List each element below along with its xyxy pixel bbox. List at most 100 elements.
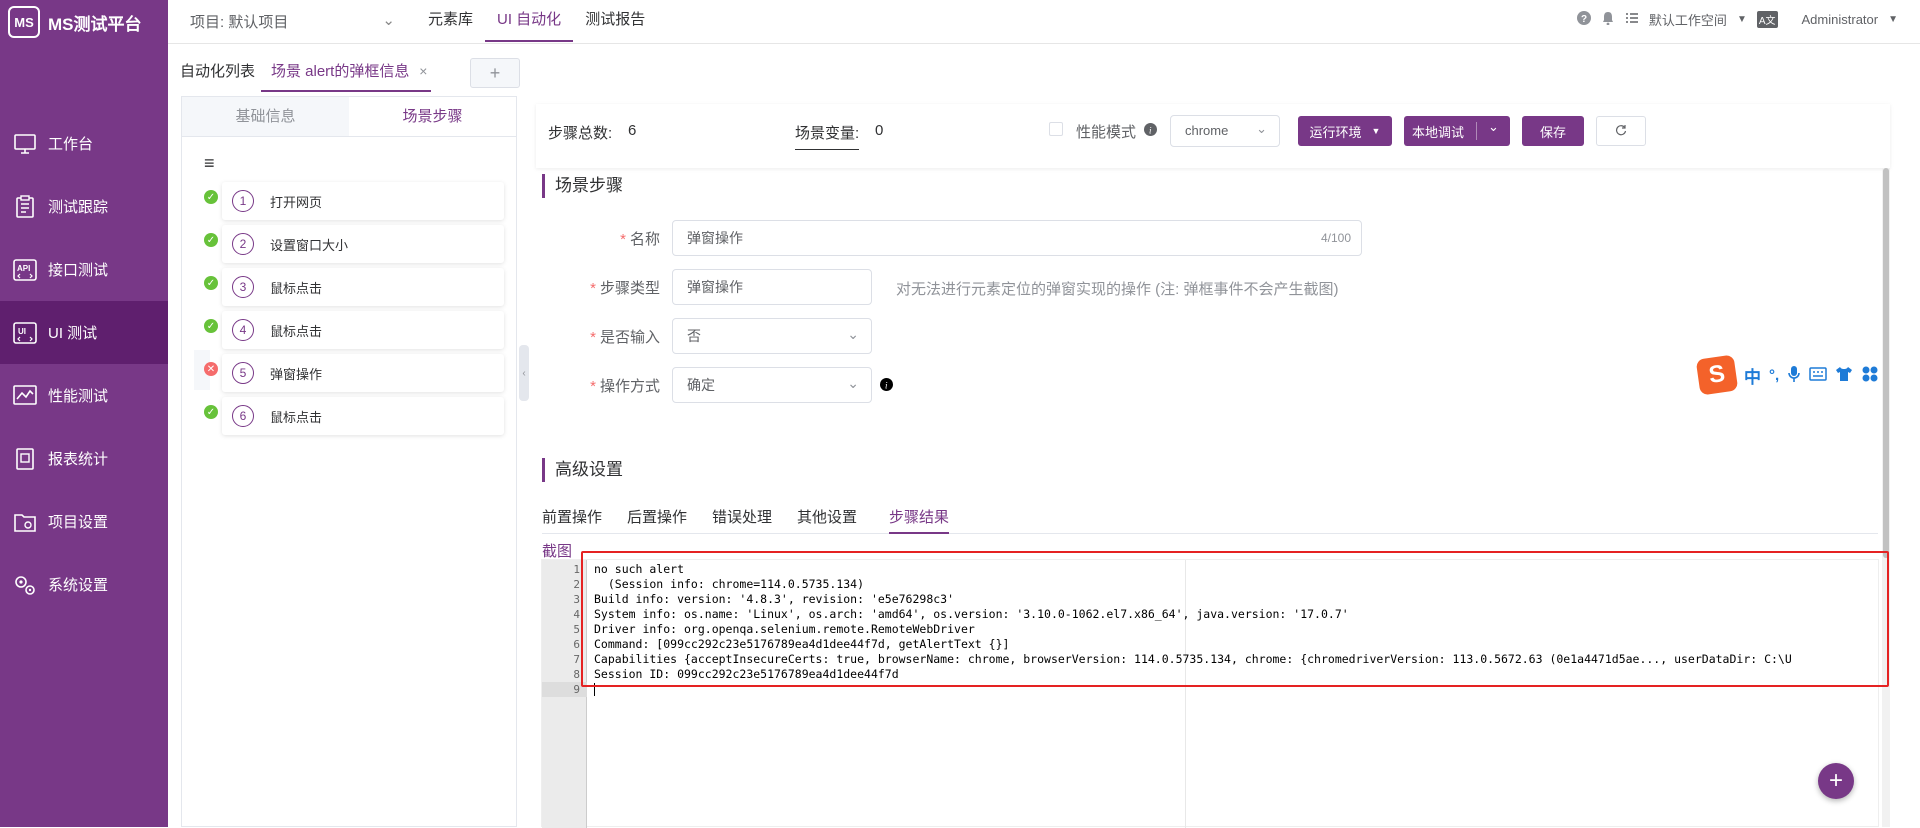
collapse-handle[interactable]: ‹ [519, 345, 529, 401]
sidebar-item-ui-test[interactable]: UI UI 测试 [0, 301, 168, 364]
ui-icon: UI [12, 320, 38, 346]
menu-icon[interactable]: ≡ [204, 153, 215, 174]
bell-icon[interactable] [1601, 11, 1615, 28]
step-panel: 基础信息 场景步骤 ≡ ✓ 1 打开网页 ✓ 2 设置窗口大小 ✓ 3 鼠标点击… [181, 96, 517, 827]
step-item-selected[interactable]: 5 弹窗操作 [222, 354, 504, 392]
line-number: 9 [573, 683, 580, 696]
help-icon[interactable]: ? [1576, 11, 1591, 28]
tab-automation-list[interactable]: 自动化列表 [180, 60, 255, 81]
step-item[interactable]: 1 打开网页 [222, 182, 504, 220]
user-menu[interactable]: Administrator [1802, 12, 1879, 27]
step-type-input[interactable]: 弹窗操作 [672, 269, 872, 305]
svg-text:UI: UI [18, 327, 26, 336]
line-number: 6 [573, 638, 580, 651]
nav-test-report[interactable]: 测试报告 [573, 0, 657, 42]
refresh-icon [1615, 124, 1627, 139]
sidebar-item-workbench[interactable]: 工作台 [0, 112, 168, 175]
step-label: 鼠标点击 [270, 280, 323, 296]
tab-basic-info[interactable]: 基础信息 [182, 97, 349, 136]
tab-other-settings[interactable]: 其他设置 [797, 506, 857, 527]
keyboard-icon[interactable] [1809, 366, 1827, 384]
sidebar-item-performance[interactable]: 性能测试 [0, 364, 168, 427]
add-step-fab[interactable]: + [1818, 763, 1854, 799]
step-type-hint: 对无法进行元素定位的弹窗实现的操作 (注: 弹框事件不会产生截图) [896, 281, 1339, 298]
line-number: 4 [573, 608, 580, 621]
tab-pre-operation[interactable]: 前置操作 [542, 506, 602, 527]
tab-post-operation[interactable]: 后置操作 [627, 506, 687, 527]
name-input[interactable]: 弹窗操作 4/100 [672, 220, 1362, 256]
step-type-label: * 步骤类型 [590, 280, 660, 297]
perf-mode-label: 性能模式 [1076, 124, 1137, 141]
sogou-logo-icon[interactable]: S [1695, 354, 1739, 396]
header-right: ? 默认工作空间 ▼ A文 Administrator ▼ [1576, 10, 1898, 29]
nav-ui-automation[interactable]: UI 自动化 [485, 0, 574, 42]
clipboard-icon [12, 194, 38, 220]
name-label: * 名称 [620, 231, 660, 248]
step-item[interactable]: 2 设置窗口大小 [222, 225, 504, 263]
step-item[interactable]: 3 鼠标点击 [222, 268, 504, 306]
step-number: 5 [232, 362, 254, 384]
step-label: 设置窗口大小 [270, 237, 349, 253]
workspace-selector[interactable]: 默认工作空间 [1649, 10, 1727, 29]
sidebar-item-label: 报表统计 [48, 451, 109, 468]
step-detail: 步骤总数: 6 场景变量: 0 性能模式 i chrome ⌄ 运行环境 ▼ 本地… [536, 104, 1890, 828]
section-advanced: 高级设置 [542, 458, 623, 482]
ime-punctuation[interactable]: °, [1769, 367, 1779, 384]
tab-scenario-label: 场景 alert的弹框信息 [271, 63, 410, 80]
screenshot-link[interactable]: 截图 [542, 540, 572, 561]
caret-down-icon: ▼ [1371, 126, 1381, 136]
scrollbar-thumb[interactable] [1883, 168, 1889, 558]
ime-chinese-mode[interactable]: 中 [1744, 363, 1761, 388]
local-debug-button[interactable]: 本地调试 ⌄ [1404, 116, 1510, 146]
gear-icon [12, 572, 38, 598]
operation-value: 确定 [687, 377, 715, 393]
browser-select[interactable]: chrome ⌄ [1170, 115, 1280, 147]
sidebar-item-track[interactable]: 测试跟踪 [0, 175, 168, 238]
status-success-icon: ✓ [204, 276, 218, 290]
sidebar-item-system-settings[interactable]: 系统设置 [0, 553, 168, 616]
operation-select[interactable]: 确定 ⌄ [672, 367, 872, 403]
toolbox-icon[interactable] [1861, 365, 1879, 386]
perf-mode-checkbox[interactable] [1049, 122, 1063, 136]
tab-scenario-steps[interactable]: 场景步骤 [349, 97, 516, 136]
scene-variable-link[interactable]: 场景变量: [795, 122, 860, 150]
tab-error-handling[interactable]: 错误处理 [712, 506, 772, 527]
caret-down-icon[interactable]: ▼ [1888, 14, 1898, 25]
refresh-button[interactable] [1596, 116, 1646, 146]
top-bar: 项目: 默认项目 ⌄ 元素库 UI 自动化 测试报告 ? 默认工作空间 ▼ A文… [168, 0, 1920, 44]
close-icon[interactable]: × [419, 63, 427, 79]
microphone-icon[interactable] [1787, 365, 1801, 386]
step-item[interactable]: 6 鼠标点击 [222, 397, 504, 435]
status-success-icon: ✓ [204, 405, 218, 419]
skin-shirt-icon[interactable] [1835, 366, 1853, 385]
tab-step-result[interactable]: 步骤结果 [889, 506, 950, 534]
app-logo[interactable]: MS MS测试平台 [8, 4, 142, 40]
tab-scenario[interactable]: 场景 alert的弹框信息 × [261, 50, 432, 92]
project-selector[interactable]: 项目: 默认项目 ⌄ [190, 11, 395, 32]
run-env-button[interactable]: 运行环境 ▼ [1298, 116, 1392, 146]
top-nav: 元素库 UI 自动化 测试报告 [416, 0, 657, 42]
step-item[interactable]: 4 鼠标点击 [222, 311, 504, 349]
sidebar-item-api[interactable]: API 接口测试 [0, 238, 168, 301]
caret-down-icon[interactable]: ▼ [1737, 14, 1747, 25]
sidebar-item-report[interactable]: 报表统计 [0, 427, 168, 490]
step-total-value: 6 [628, 122, 637, 139]
main-scrollbar[interactable] [1882, 168, 1890, 827]
advanced-tabs: 前置操作 后置操作 错误处理 其他设置 步骤结果 [542, 500, 1878, 534]
step-number: 4 [232, 319, 254, 341]
scenario-toolbar: 步骤总数: 6 场景变量: 0 性能模式 i chrome ⌄ 运行环境 ▼ 本地… [536, 104, 1890, 168]
step-total-label: 步骤总数: [548, 125, 613, 142]
browser-value: chrome [1185, 123, 1229, 138]
sidebar-item-project-settings[interactable]: 项目设置 [0, 490, 168, 553]
chevron-down-icon[interactable]: ⌄ [1488, 119, 1499, 135]
folder-icon [12, 509, 38, 535]
section-scenario-steps: 场景步骤 [542, 174, 623, 198]
operation-label: * 操作方式 [590, 378, 660, 395]
language-switch[interactable]: A文 [1756, 11, 1778, 28]
nav-element-library[interactable]: 元素库 [416, 0, 485, 42]
step-label: 弹窗操作 [270, 366, 323, 382]
add-tab-button[interactable]: + [470, 58, 520, 88]
save-button[interactable]: 保存 [1522, 116, 1584, 146]
need-input-select[interactable]: 否 ⌄ [672, 318, 872, 354]
line-number: 5 [573, 623, 580, 636]
